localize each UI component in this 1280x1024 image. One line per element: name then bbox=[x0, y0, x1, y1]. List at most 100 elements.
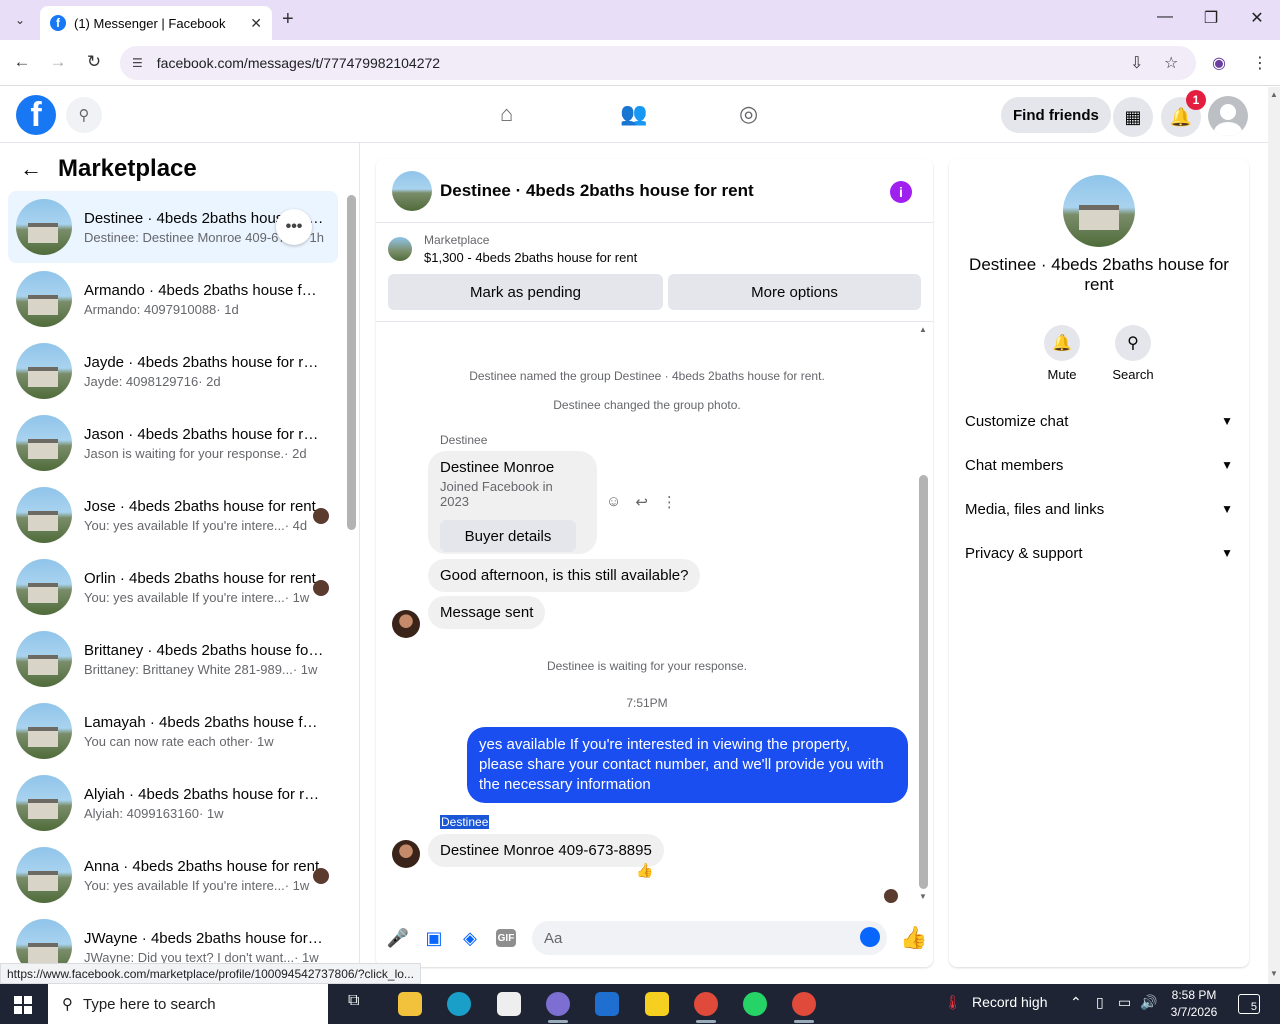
chat-avatar[interactable] bbox=[392, 170, 432, 211]
emoji-icon[interactable] bbox=[860, 927, 880, 947]
menu-grid-icon[interactable]: ▦ bbox=[1113, 97, 1153, 137]
conversation-item[interactable]: Anna · 4beds 2baths house for rent You: y… bbox=[8, 839, 338, 911]
outgoing-message[interactable]: yes available If you're interested in vi… bbox=[467, 727, 908, 803]
address-bar[interactable]: ☰ facebook.com/messages/t/77747998210427… bbox=[120, 46, 1196, 80]
action-center-icon[interactable]: 5 bbox=[1238, 994, 1260, 1014]
chevron-down-icon: ▼ bbox=[1221, 502, 1233, 516]
privacy-support-item[interactable]: Privacy & support ▼ bbox=[965, 531, 1233, 575]
minimize-icon[interactable]: — bbox=[1150, 8, 1180, 26]
clock-time: 8:58 PM bbox=[1171, 988, 1217, 1002]
volume-icon[interactable]: 🔊 bbox=[1140, 994, 1157, 1011]
incoming-message[interactable]: Good afternoon, is this still available? bbox=[428, 559, 701, 592]
incoming-message[interactable]: Message sent bbox=[428, 596, 546, 629]
like-icon[interactable]: 👍 bbox=[900, 925, 927, 951]
conversation-list-scrollbar[interactable] bbox=[347, 195, 356, 530]
thumbs-up-reaction-icon[interactable]: 👍 bbox=[636, 862, 653, 879]
groups-icon[interactable]: ◎ bbox=[739, 101, 758, 127]
bookmark-star-icon[interactable]: ☆ bbox=[1164, 53, 1178, 73]
scroll-up-icon[interactable]: ▲ bbox=[919, 325, 927, 334]
buyer-details-button[interactable]: Buyer details bbox=[440, 520, 576, 552]
chat-title[interactable]: Destinee · 4beds 2baths house for rent bbox=[440, 181, 754, 201]
taskbar-search[interactable]: ⚲ Type here to search bbox=[48, 984, 328, 1024]
attach-photo-icon[interactable]: ▣ bbox=[423, 927, 445, 949]
page-scrollbar[interactable]: ▲ ▼ bbox=[1268, 87, 1280, 984]
browser-tab[interactable]: f (1) Messenger | Facebook ✕ bbox=[40, 6, 272, 40]
forward-icon[interactable]: → bbox=[46, 52, 70, 72]
conversation-item[interactable]: Destinee · 4beds 2baths house for rent De… bbox=[8, 191, 338, 263]
search-conversation-button[interactable]: ⚲ Search bbox=[1103, 325, 1163, 382]
friends-icon[interactable]: 👥 bbox=[620, 101, 647, 127]
sender-avatar[interactable] bbox=[392, 840, 420, 868]
react-emoji-icon[interactable]: ☺ bbox=[606, 493, 621, 511]
reload-icon[interactable]: ↻ bbox=[82, 52, 106, 72]
more-options-icon[interactable]: ••• bbox=[276, 209, 312, 245]
incoming-message[interactable]: Destinee Monroe 409-673-8895 bbox=[428, 834, 664, 867]
message-input[interactable]: Aa bbox=[532, 921, 887, 955]
back-arrow-icon[interactable]: ← bbox=[20, 156, 42, 182]
conversation-item[interactable]: Brittaney · 4beds 2baths house for rent B… bbox=[8, 623, 338, 695]
tab-search-chevron-icon[interactable]: ⌄ bbox=[6, 8, 34, 32]
conversation-item[interactable]: Jayde · 4beds 2baths house for rent Jayde… bbox=[8, 335, 338, 407]
more-actions-icon[interactable]: ⋮ bbox=[662, 493, 677, 511]
store-icon[interactable] bbox=[497, 992, 521, 1016]
file-explorer-icon[interactable] bbox=[398, 992, 422, 1016]
task-view-icon[interactable]: ⧉ bbox=[348, 992, 372, 1016]
chat-scrollbar[interactable] bbox=[919, 475, 928, 889]
close-window-icon[interactable]: ✕ bbox=[1242, 8, 1272, 28]
chrome-icon[interactable] bbox=[694, 992, 718, 1023]
sticky-notes-icon[interactable] bbox=[645, 992, 669, 1016]
customize-chat-item[interactable]: Customize chat ▼ bbox=[965, 399, 1233, 443]
more-options-button[interactable]: More options bbox=[668, 274, 921, 310]
whatsapp-icon[interactable] bbox=[743, 992, 767, 1016]
search-icon[interactable]: ⚲ bbox=[66, 97, 102, 133]
microphone-icon[interactable]: 🎤 bbox=[387, 927, 409, 949]
new-tab-icon[interactable]: + bbox=[282, 8, 294, 31]
conversation-item[interactable]: Lamayah · 4beds 2baths house for rent You… bbox=[8, 695, 338, 767]
marketplace-listing[interactable]: Marketplace $1,300 - 4beds 2baths house … bbox=[388, 233, 637, 265]
windows-start-icon[interactable] bbox=[14, 996, 32, 1014]
conversation-preview: Jayde: 4098129716 · 2d bbox=[84, 374, 324, 389]
weather-icon[interactable]: 🌡 bbox=[944, 994, 962, 1011]
back-icon[interactable]: ← bbox=[10, 52, 34, 72]
outlook-icon[interactable] bbox=[595, 992, 619, 1016]
browser-menu-icon[interactable]: ⋮ bbox=[1252, 53, 1268, 73]
reply-icon[interactable]: ↩ bbox=[635, 493, 648, 511]
tray-device-icon[interactable]: ▯ bbox=[1096, 994, 1104, 1011]
media-files-links-item[interactable]: Media, files and links ▼ bbox=[965, 487, 1233, 531]
conversation-item[interactable]: Alyiah · 4beds 2baths house for rent Alyi… bbox=[8, 767, 338, 839]
conversation-item[interactable]: Armando · 4beds 2baths house for rent Arm… bbox=[8, 263, 338, 335]
install-app-icon[interactable]: ⇩ bbox=[1130, 53, 1143, 73]
conversation-item[interactable]: Jason · 4beds 2baths house for rent Jason… bbox=[8, 407, 338, 479]
taskbar-clock[interactable]: 8:58 PM 3/7/2026 bbox=[1168, 987, 1220, 1021]
scroll-up-icon[interactable]: ▲ bbox=[1270, 90, 1278, 99]
facebook-logo-icon[interactable]: f bbox=[16, 95, 56, 135]
account-avatar[interactable] bbox=[1208, 96, 1248, 136]
browser-profile-icon[interactable]: ◉ bbox=[1212, 53, 1226, 73]
paint-icon[interactable] bbox=[546, 992, 570, 1023]
home-icon[interactable]: ⌂ bbox=[500, 101, 513, 127]
conversation-item[interactable]: JWayne · 4beds 2baths house for rent JWay… bbox=[8, 911, 338, 965]
panel-title: Marketplace bbox=[58, 155, 197, 182]
conversation-item[interactable]: Jose · 4beds 2baths house for rent You: y… bbox=[8, 479, 338, 551]
chrome-profile-icon[interactable] bbox=[792, 992, 816, 1023]
sender-avatar[interactable] bbox=[392, 610, 420, 638]
gif-icon[interactable]: GIF bbox=[496, 929, 516, 947]
conversation-item[interactable]: Orlin · 4beds 2baths house for rent You: … bbox=[8, 551, 338, 623]
mark-as-pending-button[interactable]: Mark as pending bbox=[388, 274, 663, 310]
restore-icon[interactable]: ❐ bbox=[1196, 8, 1226, 28]
find-friends-button[interactable]: Find friends bbox=[1001, 97, 1111, 133]
chat-members-item[interactable]: Chat members ▼ bbox=[965, 443, 1233, 487]
weather-text[interactable]: Record high bbox=[972, 994, 1048, 1010]
sticker-icon[interactable]: ◈ bbox=[459, 927, 481, 949]
conversation-info-icon[interactable]: i bbox=[890, 181, 912, 203]
edge-icon[interactable] bbox=[447, 992, 471, 1016]
network-icon[interactable]: ▭ bbox=[1118, 994, 1131, 1011]
site-info-icon[interactable]: ☰ bbox=[132, 56, 143, 70]
mute-button[interactable]: 🔔 Mute bbox=[1032, 325, 1092, 382]
conversation-time: · 1w bbox=[292, 661, 318, 677]
scroll-down-icon[interactable]: ▼ bbox=[1270, 969, 1278, 978]
tab-close-icon[interactable]: ✕ bbox=[250, 15, 262, 32]
conversation-avatar[interactable] bbox=[1063, 175, 1135, 247]
tray-chevron-icon[interactable]: ⌃ bbox=[1070, 994, 1082, 1011]
scroll-down-icon[interactable]: ▼ bbox=[919, 892, 927, 901]
